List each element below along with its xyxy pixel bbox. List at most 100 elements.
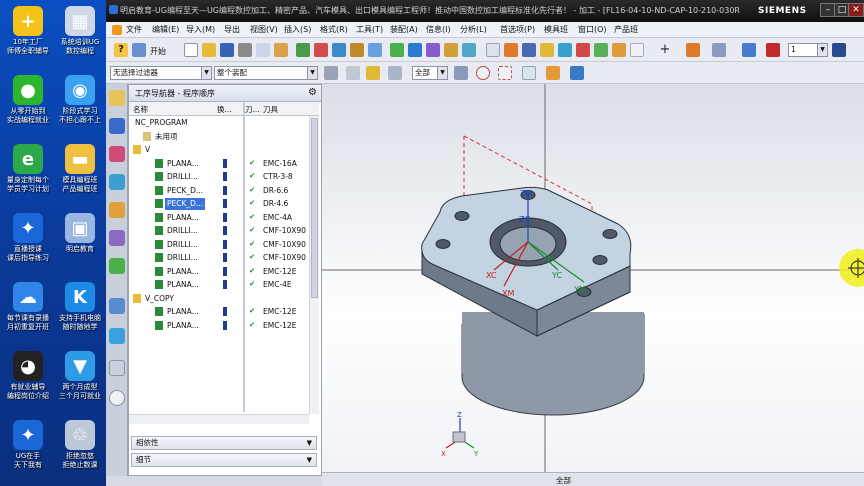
gear-icon[interactable]: ⚙ [308,87,317,98]
settings-icon[interactable] [388,66,402,80]
menu-view[interactable]: 视图(V) [250,24,278,35]
create-method-icon[interactable] [350,43,364,57]
desktop-icon[interactable]: ✦ UG在手 天下我有 [2,416,54,478]
snap-icon[interactable] [630,43,644,57]
new-file-icon[interactable] [184,43,198,57]
cut-icon[interactable] [238,43,252,57]
desktop-icon[interactable]: ♲ 拒绝忽悠 拒绝止数课 [54,416,106,478]
tree-row[interactable]: V [129,143,319,157]
create-operation-icon[interactable] [368,43,382,57]
type-filter-combo[interactable]: 无选择过滤器 ▼ [110,66,212,80]
desktop-icon[interactable]: ● 从零开始到 实战编程就业 [2,71,54,133]
tree-row[interactable]: NC_PROGRAM [129,116,319,130]
column-name[interactable]: 名称 [133,104,148,115]
start-button[interactable]: 开始 [150,46,166,57]
vertical-scrollbar[interactable] [309,116,319,414]
save-icon[interactable] [220,43,234,57]
wcs-icon[interactable] [742,43,756,57]
create-tool-icon[interactable] [314,43,328,57]
brush-icon[interactable] [612,43,626,57]
nx-menu-icon[interactable] [112,25,122,35]
view-cube-icon[interactable] [570,66,584,80]
desktop-icon[interactable]: ▼ 两个月成型 三个月可就业 [54,347,106,409]
general-selection-icon[interactable] [346,66,360,80]
navigator-tab-icon[interactable] [109,90,125,106]
layer-icon[interactable] [594,43,608,57]
menu-window[interactable]: 窗口(O) [578,24,607,35]
wire-icon[interactable] [540,43,554,57]
menu-product-class[interactable]: 产品班 [614,24,638,35]
replay-toolpath-icon[interactable] [408,43,422,57]
help-icon[interactable]: ? [114,43,128,57]
menu-preferences[interactable]: 首选项(P) [500,24,535,35]
tree-row[interactable]: DRILLI... ✔ CTR-3-8 [129,170,319,184]
desktop-icon[interactable]: ◕ 有就业辅导 编程岗位介绍 [2,347,54,409]
clock-tab-icon[interactable] [109,390,125,406]
dependency-panel[interactable]: 相依性 ▼ [131,436,317,450]
history-tab-icon[interactable] [109,230,125,246]
desktop-icon[interactable]: K 支持手机电脑 随时随地学 [54,278,106,340]
roles-tab-icon[interactable] [109,202,125,218]
desktop-icon[interactable]: ▬ 模具编程班 产品编程班 [54,140,106,202]
tree-row[interactable]: PLANA... ✔ EMC-16A [129,157,319,171]
desktop-icon[interactable]: ▦ 系统培训UG 数控编程 [54,2,106,64]
menu-import[interactable]: 导入(M) [186,24,215,35]
details-panel[interactable]: 细节 ▼ [131,453,317,467]
desktop-icon[interactable]: ✦ 直播授课 课后指导练习 [2,209,54,271]
desktop-icon[interactable]: e 量身定制每个 学员学习计划 [2,140,54,202]
circle-select-icon[interactable] [476,66,490,80]
desktop-icon[interactable]: +10年工厂 师傅全职辅导 [2,2,54,64]
menu-format[interactable]: 格式(R) [320,24,348,35]
menu-export[interactable]: 导出 [224,24,240,35]
desktop-icon[interactable]: ◉ 阶段式学习 不担心跟不上 [54,71,106,133]
palette-tab-icon[interactable] [109,360,125,376]
reuse-tab-icon[interactable] [109,258,125,274]
menu-file[interactable]: 文件 [126,24,142,35]
rectangle-select-icon[interactable] [498,66,512,80]
create-geometry-icon[interactable] [332,43,346,57]
open-folder-icon[interactable] [202,43,216,57]
tree-row[interactable]: PLANA... ✔ EMC-4A [129,211,319,225]
scroll-thumb[interactable] [311,118,318,298]
menu-mold-class[interactable]: 模具班 [544,24,568,35]
filter-icon[interactable] [454,66,468,80]
generate-toolpath-icon[interactable] [390,43,404,57]
horizontal-scrollbar[interactable] [129,414,309,424]
ie-tab-icon[interactable] [109,328,125,344]
close-button[interactable]: ✕ [848,3,864,17]
list-toolpath-icon[interactable] [426,43,440,57]
wireframe-icon[interactable] [522,66,536,80]
column-tool[interactable]: 刀具 [263,104,278,115]
count-combo[interactable]: 1 ▼ [788,43,828,57]
shaded-icon[interactable] [546,66,560,80]
postprocess-icon[interactable] [486,43,500,57]
machine-tab-icon[interactable] [109,118,125,134]
menu-assembly[interactable]: 装配(A) [390,24,418,35]
start-icon[interactable] [132,43,146,57]
layer-combo[interactable]: 全部 ▼ [412,66,448,80]
selection-scope-combo[interactable]: 整个装配 ▼ [214,66,318,80]
move-icon[interactable]: + [658,43,672,57]
tree-row[interactable]: PLANA... ✔ EMC-12E [129,319,319,333]
tree-row[interactable]: PLANA... ✔ EMC-12E [129,305,319,319]
layer-visibility-icon[interactable] [832,43,846,57]
shop-doc-icon[interactable] [504,43,518,57]
color-icon[interactable] [576,43,590,57]
tree-row[interactable]: PECK_D... ✔ DR-4.6 [129,197,319,211]
tree-row[interactable]: PECK_D... ✔ DR-6.6 [129,184,319,198]
desktop-icon[interactable]: ▣ 明启教育 [54,209,106,271]
snap-point-icon[interactable] [324,66,338,80]
operation-tab-icon[interactable] [109,174,125,190]
verify-toolpath-icon[interactable] [444,43,458,57]
feature-icon[interactable] [558,43,572,57]
output-cls-icon[interactable] [522,43,536,57]
menu-analysis[interactable]: 分析(L) [460,24,487,35]
transform-icon[interactable] [686,43,700,57]
menu-edit[interactable]: 编辑(E) [152,24,179,35]
cursor-icon[interactable] [366,66,380,80]
column-toolpath[interactable]: 刀... [245,104,260,115]
measure-icon[interactable] [712,43,726,57]
graphics-viewport[interactable]: ZM ZC XC XM YC YM Z X Y [322,84,864,472]
simulate-machine-icon[interactable] [462,43,476,57]
paste-icon[interactable] [274,43,288,57]
